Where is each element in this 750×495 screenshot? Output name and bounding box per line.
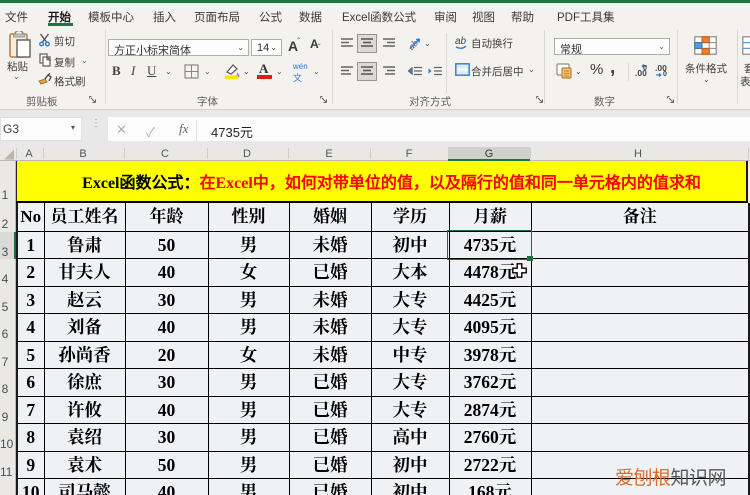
svg-text:0: 0	[663, 71, 667, 78]
svg-text:ab: ab	[455, 36, 467, 47]
svg-text:0: 0	[643, 65, 647, 72]
